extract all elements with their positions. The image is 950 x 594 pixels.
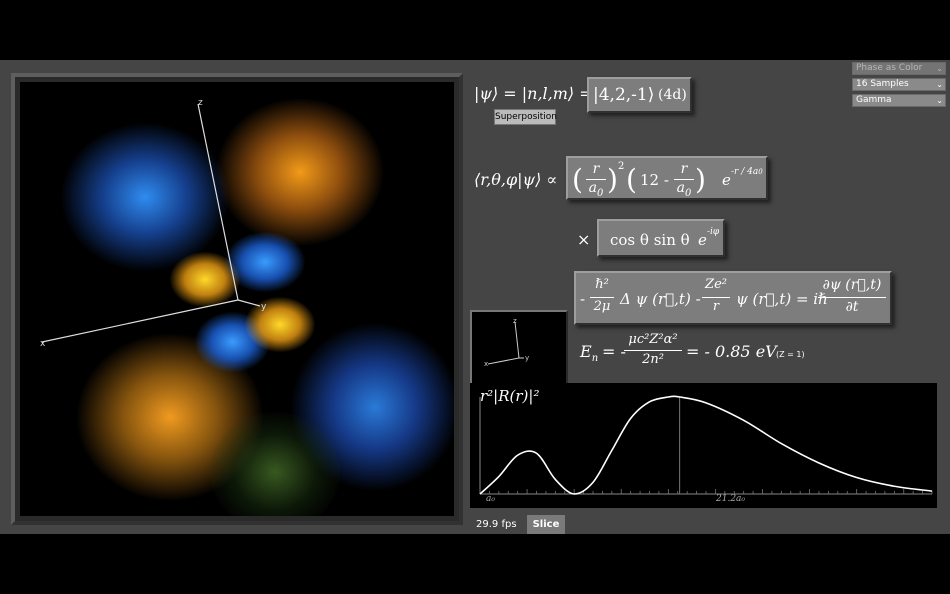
- phase-as-color-select[interactable]: Phase as Color ⌄: [852, 62, 946, 75]
- a0-denominator-2: a0: [676, 180, 692, 199]
- svg-text:x: x: [484, 360, 488, 368]
- power-2: 2: [618, 161, 625, 172]
- angular-exp-base: e: [698, 231, 707, 249]
- z-axis-label: z: [198, 98, 203, 108]
- ket-value: |4,2,-1⟩: [593, 85, 655, 105]
- y-axis-label: y: [261, 302, 267, 312]
- radial-part-box[interactable]: ( r a0 ) 2 ( 12 - r a0 ) e -r / 4a0: [566, 156, 768, 200]
- ket-orbital-label: (4d): [658, 87, 687, 103]
- paren-close-2: ): [695, 163, 706, 196]
- x-axis-line: [41, 299, 239, 343]
- app-window: z x y Phase as Color ⌄ 16 Samples ⌄ Gamm…: [0, 60, 950, 534]
- ket-value-box[interactable]: |4,2,-1⟩ (4d): [587, 77, 692, 113]
- poly-term: 12 -: [640, 171, 669, 189]
- energy-numerator: μc²Z²α²: [628, 332, 678, 347]
- r-numerator: r: [592, 161, 600, 177]
- angular-exp-power: -iφ: [707, 227, 720, 237]
- gamma-select[interactable]: Gamma ⌄: [852, 94, 946, 107]
- gamma-label: Gamma: [856, 95, 892, 105]
- times-sign: ×: [577, 230, 591, 249]
- chevron-down-icon: ⌄: [936, 80, 943, 89]
- svg-text:z: z: [513, 317, 517, 325]
- phase-as-color-label: Phase as Color: [856, 63, 923, 73]
- z-axis-line: [197, 103, 239, 301]
- chart-title: r²|R(r)|²: [480, 387, 540, 405]
- exp-base: e: [722, 171, 731, 189]
- superposition-button[interactable]: Superposition: [494, 109, 557, 125]
- svg-text:y: y: [525, 354, 529, 362]
- paren-open: (: [572, 163, 583, 196]
- y-axis-line: [237, 299, 261, 307]
- chart-x-start-label: a₀: [486, 494, 495, 504]
- chevron-down-icon: ⌄: [936, 64, 943, 73]
- schrodinger-box[interactable]: - ℏ² 2μ Δ ψ (r⃗,t) - Ze² r ψ (r⃗,t) = iℏ…: [574, 271, 892, 325]
- paren-open-2: (: [626, 163, 637, 196]
- angular-term: cos θ sin θ: [610, 231, 690, 249]
- energy-eq-minus: = -: [602, 342, 626, 361]
- x-axis-label: x: [40, 339, 46, 349]
- viewport-frame: z x y: [11, 73, 463, 525]
- orbital-viewport[interactable]: z x y: [20, 82, 454, 516]
- ket-lhs: |ψ⟩ = |n,l,m⟩ =: [474, 84, 593, 103]
- radial-probability-plot[interactable]: r²|R(r)|² a₀ 21.2a₀: [470, 383, 937, 508]
- samples-select[interactable]: 16 Samples ⌄: [852, 78, 946, 91]
- slice-button[interactable]: Slice: [527, 515, 565, 534]
- fps-counter: 29.9 fps: [476, 519, 517, 530]
- axes-gizmo: z x y: [40, 98, 267, 349]
- angular-part-box[interactable]: cos θ sin θ e -iφ: [597, 219, 725, 257]
- paren-close: ): [607, 163, 618, 196]
- chart-svg: [479, 395, 933, 495]
- samples-label: 16 Samples: [856, 79, 909, 89]
- chevron-down-icon: ⌄: [936, 96, 943, 105]
- radial-probability-curve: [479, 395, 933, 495]
- chart-peak-label: 21.2a₀: [716, 494, 746, 504]
- a0-denominator: a0: [588, 180, 604, 199]
- wavefunction-lhs: ⟨r,θ,φ|ψ⟩ ∝: [474, 170, 558, 189]
- exp-power: -r / 4a0: [731, 167, 763, 177]
- energy-fraction-line: [624, 350, 682, 351]
- energy-denominator: 2n²: [642, 352, 664, 367]
- energy-lhs: En: [580, 342, 599, 365]
- energy-note: (Z = 1): [776, 350, 805, 359]
- energy-result: = - 0.85 eV: [686, 342, 777, 361]
- r-numerator-2: r: [680, 161, 688, 177]
